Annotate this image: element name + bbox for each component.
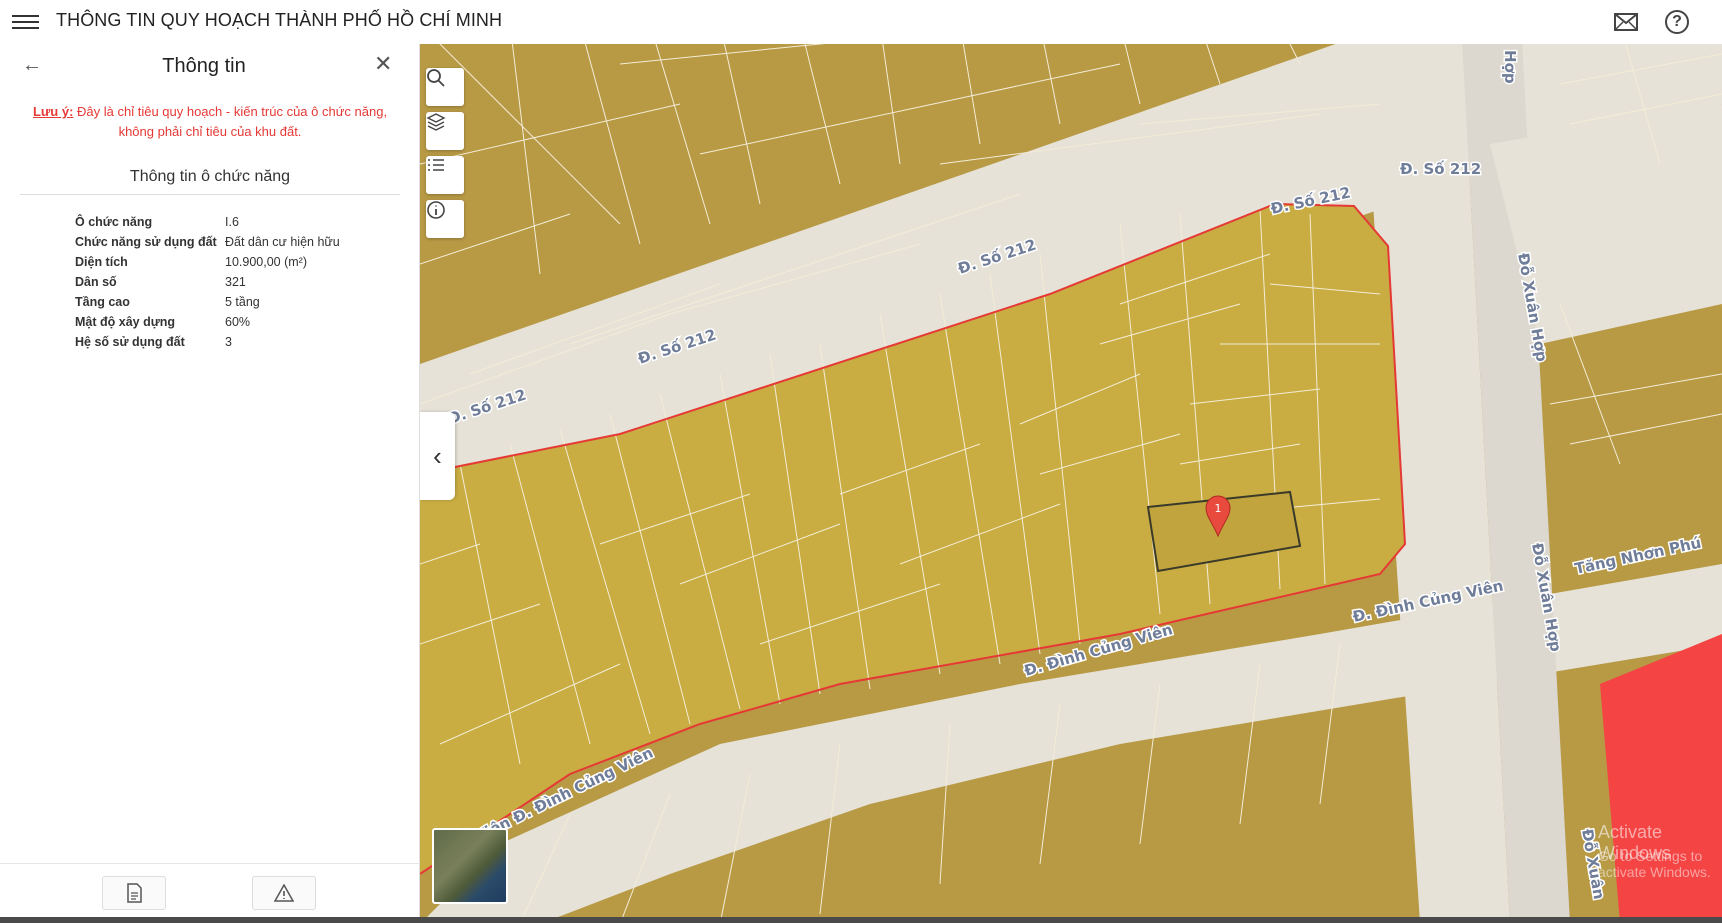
attr-label: Tầng cao — [75, 295, 130, 309]
search-icon[interactable] — [426, 68, 464, 106]
warning-icon[interactable] — [252, 876, 316, 910]
attr-value: 321 — [225, 275, 246, 289]
help-icon[interactable]: ? — [1665, 10, 1689, 34]
info-panel: ← Thông tin ✕ Lưu ý: Đây là chỉ tiêu quy… — [0, 44, 420, 923]
mail-icon[interactable] — [1612, 8, 1640, 36]
attr-value: 60% — [225, 315, 251, 329]
attr-label: Chức năng sử dụng đất — [75, 235, 217, 249]
info-icon[interactable] — [426, 200, 464, 238]
top-bar: THÔNG TIN QUY HOẠCH THÀNH PHỐ HỒ CHÍ MIN… — [0, 0, 1722, 44]
activation-watermark-sub: Go to Settings to activate Windows. — [1598, 848, 1711, 880]
planning-note: Lưu ý: Đây là chỉ tiêu quy hoạch - kiến … — [20, 102, 400, 142]
map-view[interactable]: Đ. Số 212 Đ. Số 212 Đ. Số 212 Đ. Số 212 … — [420, 44, 1722, 923]
app-title: THÔNG TIN QUY HOẠCH THÀNH PHỐ HỒ CHÍ MIN… — [56, 10, 503, 30]
note-text: Đây là chỉ tiêu quy hoạch - kiến trúc củ… — [73, 104, 388, 139]
attr-value: 10.900,00 (m²) — [225, 255, 307, 269]
chevron-left-icon[interactable]: ‹ — [420, 412, 455, 500]
map-canvas[interactable]: Đ. Số 212 Đ. Số 212 Đ. Số 212 Đ. Số 212 … — [420, 44, 1722, 923]
attr-label: Hệ số sử dụng đất — [75, 335, 185, 349]
marker-label: 1 — [1215, 502, 1222, 515]
table-row: Diện tích 10.900,00 (m²) — [75, 252, 405, 272]
table-row: Tầng cao 5 tầng — [75, 292, 405, 312]
document-icon[interactable] — [102, 876, 166, 910]
attr-value: I.6 — [225, 215, 239, 229]
list-icon[interactable] — [426, 156, 464, 194]
road-label: Hợp — [1501, 50, 1519, 84]
app-root: THÔNG TIN QUY HOẠCH THÀNH PHỐ HỒ CHÍ MIN… — [0, 0, 1722, 923]
note-label: Lưu ý: — [32, 104, 74, 119]
section-title: Thông tin ô chức năng — [20, 168, 400, 195]
basemap-thumbnail[interactable] — [432, 828, 508, 904]
road-label: Đ. Số 212 — [1400, 159, 1481, 178]
taskbar-strip — [0, 917, 1722, 923]
layers-icon[interactable] — [426, 112, 464, 150]
table-row: Chức năng sử dụng đất Đất dân cư hiện hữ… — [75, 232, 405, 252]
attr-label: Mật độ xây dựng — [75, 315, 176, 329]
panel-header: ← Thông tin ✕ — [0, 44, 419, 88]
table-row: Ô chức năng I.6 — [75, 212, 405, 232]
attribute-table: Ô chức năng I.6 Chức năng sử dụng đất Đấ… — [75, 212, 405, 352]
attr-value: Đất dân cư hiện hữu — [225, 235, 340, 249]
table-row: Mật độ xây dựng 60% — [75, 312, 405, 332]
panel-title: Thông tin — [162, 55, 246, 77]
attr-value: 3 — [225, 335, 232, 349]
menu-icon[interactable] — [12, 11, 39, 33]
panel-footer — [0, 863, 420, 923]
attr-label: Dân số — [75, 275, 117, 289]
attr-label: Ô chức năng — [75, 215, 153, 229]
table-row: Hệ số sử dụng đất 3 — [75, 332, 405, 352]
attr-label: Diện tích — [75, 255, 128, 269]
table-row: Dân số 321 — [75, 272, 405, 292]
attr-value: 5 tầng — [225, 295, 260, 309]
close-icon[interactable]: ✕ — [374, 51, 392, 77]
